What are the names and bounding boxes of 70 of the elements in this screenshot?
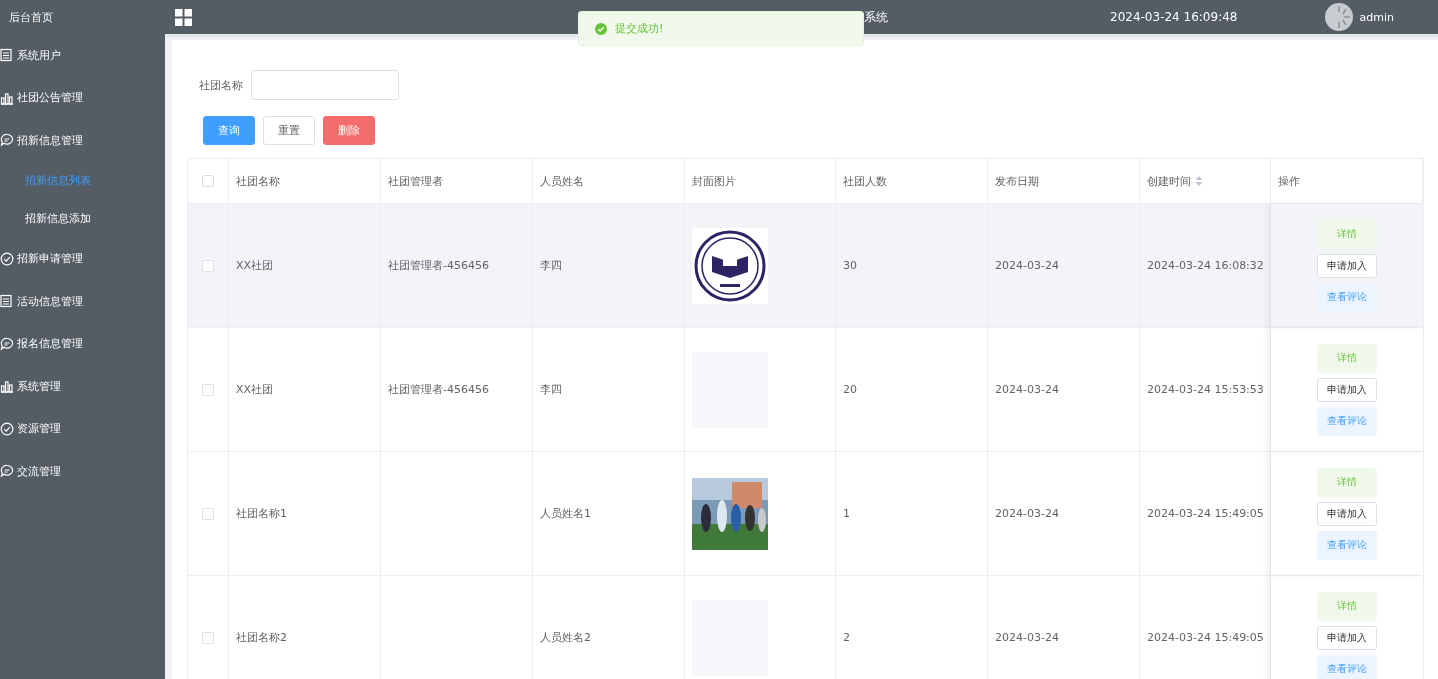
table-cell: 20: [843, 383, 857, 396]
sidebar-item[interactable]: 活动信息管理: [0, 280, 165, 323]
row-action-button[interactable]: 申请加入: [1317, 377, 1377, 402]
table-cell: 社团名称1: [236, 506, 287, 521]
sidebar-item[interactable]: 资源管理: [0, 407, 165, 450]
sidebar-item[interactable]: 系统用户: [0, 34, 165, 77]
column-header: 社团管理者: [388, 173, 443, 189]
submenu-item[interactable]: 招新信息添加: [0, 199, 165, 238]
sidebar-item[interactable]: 招新申请管理: [0, 237, 165, 280]
table-cell: 30: [843, 259, 857, 272]
table-cell: 人员姓名1: [540, 506, 591, 521]
table-cell: 社团名称2: [236, 630, 287, 645]
checkbox[interactable]: [202, 631, 214, 644]
column-header: 发布日期: [995, 173, 1039, 189]
bar-chart-icon: [0, 90, 14, 105]
sidebar-item[interactable]: 系统管理: [0, 365, 165, 408]
column-header: 人员姓名: [540, 173, 584, 189]
column-header: 社团名称: [236, 173, 280, 189]
table-cell: 2024-03-24 15:49:05: [1147, 507, 1264, 520]
avatar-icon[interactable]: [1325, 3, 1354, 31]
club-name-field[interactable]: [251, 70, 399, 100]
table-cell: 2024-03-24 15:49:05: [1147, 631, 1264, 644]
table-cell: XX社团: [236, 382, 274, 397]
sidebar-item[interactable]: 社团公告管理: [0, 76, 165, 119]
bar-chart-icon: [0, 379, 14, 394]
table-cell: 李四: [540, 258, 562, 273]
field-label: 社团名称: [199, 77, 243, 93]
checkbox[interactable]: [202, 383, 214, 396]
sidebar-item[interactable]: 交流管理: [0, 450, 165, 493]
column-header[interactable]: 创建时间: [1147, 173, 1203, 189]
check-circle-icon: [0, 421, 14, 436]
table-cell: 2: [843, 631, 850, 644]
list-icon: [0, 48, 14, 63]
row-action-button[interactable]: 申请加入: [1317, 253, 1377, 278]
table-cell: 2024-03-24: [995, 259, 1059, 272]
row-action-button[interactable]: 申请加入: [1317, 625, 1377, 650]
action-button[interactable]: 重置: [263, 116, 315, 145]
row-action-button[interactable]: 申请加入: [1317, 501, 1377, 526]
toast-message: 提交成功!: [615, 21, 664, 36]
column-header: 封面图片: [692, 173, 736, 189]
table-cell: 2024-03-24: [995, 631, 1059, 644]
table-cell: 社团管理者-456456: [388, 258, 489, 273]
table-cell: 1: [843, 507, 850, 520]
table-cell: 人员姓名2: [540, 630, 591, 645]
chat-icon: [0, 336, 14, 351]
table-cell: 2024-03-24: [995, 507, 1059, 520]
check-circle-icon: [595, 22, 607, 35]
list-icon: [0, 294, 14, 309]
checkbox[interactable]: [202, 259, 214, 272]
check-circle-icon: [0, 251, 14, 266]
checkbox[interactable]: [202, 507, 214, 520]
sort-icon[interactable]: [1195, 176, 1203, 186]
sidebar-item[interactable]: 报名信息管理: [0, 322, 165, 365]
table-cell: 社团管理者-456456: [388, 382, 489, 397]
username-text[interactable]: admin: [1359, 10, 1394, 24]
datetime-text: 2024-03-24 16:09:48: [1110, 10, 1238, 24]
column-header: 社团人数: [843, 173, 887, 189]
table-cell: 2024-03-24 16:08:32: [1147, 259, 1264, 272]
sidebar-item[interactable]: 后台首页: [0, 9, 53, 25]
sidebar-item[interactable]: 招新信息管理: [0, 119, 165, 162]
table-cell: XX社团: [236, 258, 274, 273]
system-title: 系统: [864, 8, 888, 26]
grid-icon[interactable]: [175, 8, 192, 26]
table-cell: 2024-03-24: [995, 383, 1059, 396]
checkbox[interactable]: [202, 175, 214, 187]
column-header: 操作: [1278, 173, 1300, 189]
table-cell: 李四: [540, 382, 562, 397]
chat-icon: [0, 133, 14, 148]
table-cell: 2024-03-24 15:53:53: [1147, 383, 1264, 396]
chat-icon: [0, 464, 14, 479]
